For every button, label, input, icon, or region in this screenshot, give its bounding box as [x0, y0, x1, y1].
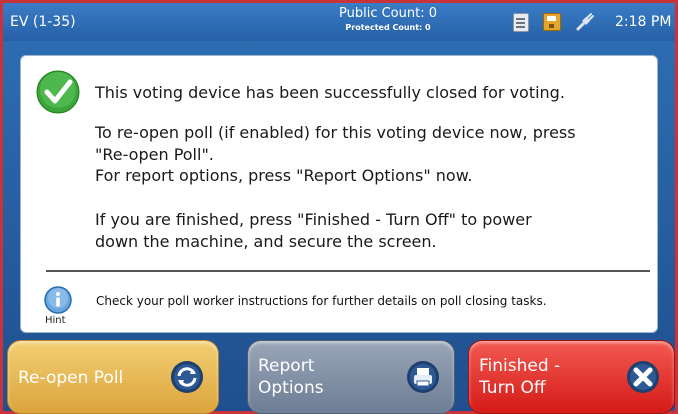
disk-icon[interactable] [543, 13, 561, 31]
reopen-line-b: "Re-open Poll". [95, 145, 214, 164]
finish-line-a: If you are finished, press "Finished - T… [95, 210, 532, 229]
status-icons: 2:18 PM [513, 11, 671, 33]
status-bar: EV (1-35) Public Count: 0 Protected Coun… [3, 3, 675, 41]
message-panel: This voting device has been successfully… [20, 55, 658, 333]
finish-line-btn-a: Finished - [479, 356, 561, 376]
info-icon [44, 286, 72, 314]
finished-turn-off-label: Finished - Turn Off [479, 355, 560, 399]
clock: 2:18 PM [615, 14, 672, 30]
reopen-line-a: To re-open poll (if enabled) for this vo… [95, 123, 576, 142]
hint-label: Hint [45, 315, 66, 326]
reopen-instructions: To re-open poll (if enabled) for this vo… [95, 122, 576, 144]
counts: Public Count: 0 Protected Count: 0 [303, 6, 473, 34]
report-options-button[interactable]: Report Options [247, 340, 455, 414]
document-icon[interactable] [513, 12, 529, 32]
hint-text: Check your poll worker instructions for … [96, 294, 547, 308]
reopen-poll-button[interactable]: Re-open Poll [7, 340, 219, 414]
finished-turn-off-button[interactable]: Finished - Turn Off [468, 340, 675, 414]
closed-message: This voting device has been successfully… [95, 83, 565, 102]
finish-line-btn-b: Turn Off [479, 378, 546, 398]
report-options-label: Report Options [258, 355, 324, 399]
close-icon [627, 361, 659, 393]
report-line-a: Report [258, 356, 315, 376]
report-line-b: Options [258, 378, 324, 398]
finish-line-b: down the machine, and secure the screen. [95, 232, 437, 251]
printer-icon [407, 361, 439, 393]
device-id: EV (1-35) [10, 14, 76, 30]
divider [46, 270, 650, 272]
refresh-icon [171, 361, 203, 393]
protected-count: Protected Count: 0 [345, 23, 431, 32]
report-instructions: For report options, press "Report Option… [95, 166, 473, 185]
public-count: Public Count: 0 [339, 6, 437, 21]
checkmark-icon [36, 70, 80, 114]
reopen-poll-label: Re-open Poll [18, 368, 124, 388]
hint[interactable]: Hint [41, 285, 75, 329]
screen-frame: EV (1-35) Public Count: 0 Protected Coun… [3, 3, 675, 414]
plug-icon [576, 13, 594, 31]
